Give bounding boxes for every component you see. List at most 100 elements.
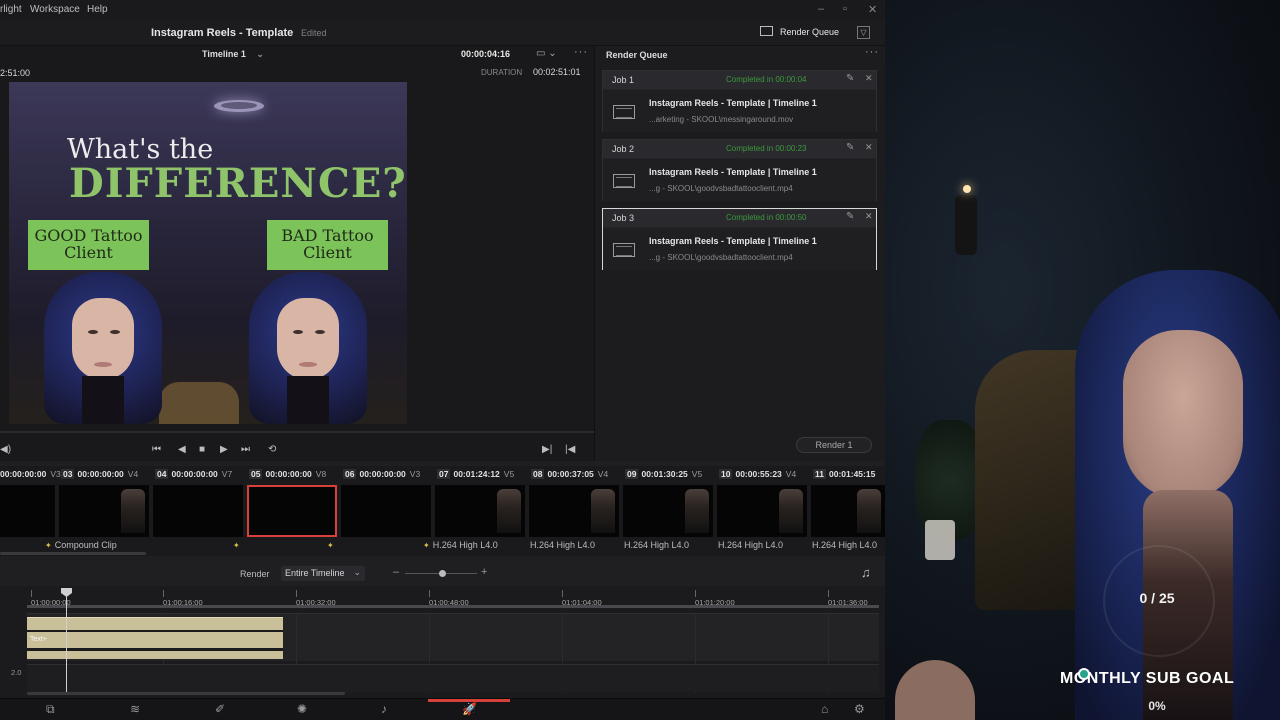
page-navigation: ⧉ ≋ ✐ ✺ ♪ 🚀 ⌂ ⚙ <box>0 698 885 720</box>
effect-icon: ✦ <box>327 541 334 550</box>
webcam-overlay: 0 / 25 MONTHLY SUB GOAL 0% <box>885 0 1280 720</box>
fusion-page-icon[interactable]: ✺ <box>297 702 307 716</box>
timeline-ruler[interactable]: 01:00:00:00 01:00:16:00 01:00:32:00 01:0… <box>27 586 879 608</box>
minimize-icon[interactable]: – <box>818 3 824 15</box>
film-icon <box>613 243 635 257</box>
audio-track[interactable] <box>27 664 879 692</box>
prev-clip-icon[interactable]: |◀ <box>565 444 575 455</box>
sub-goal-progress-dot <box>1078 668 1090 680</box>
render-all-button[interactable]: Render 1 <box>796 437 872 453</box>
pencil-icon[interactable]: ✎ <box>846 142 854 153</box>
job-path: ...arketing - SKOOL\messingaround.mov <box>649 115 794 124</box>
playhead[interactable] <box>66 590 67 692</box>
close-icon[interactable]: ✕ <box>868 3 877 16</box>
job-timeline: Instagram Reels - Template | Timeline 1 <box>649 167 817 177</box>
clip-thumbnail[interactable] <box>529 485 619 537</box>
job-status: Completed in 00:00:50 <box>726 213 807 222</box>
home-icon[interactable]: ⌂ <box>821 702 828 716</box>
timeline-scrollbar[interactable] <box>27 692 345 695</box>
maximize-icon[interactable]: ▫ <box>843 3 847 15</box>
text-clip-label: Text+ <box>30 636 47 643</box>
zoom-in-icon[interactable]: + <box>481 566 487 578</box>
deliver-page-icon[interactable]: 🚀 <box>462 702 477 716</box>
close-icon[interactable]: ✕ <box>865 73 873 84</box>
clips-scrollbar[interactable] <box>0 552 146 555</box>
clip-thumbnail[interactable] <box>0 485 55 537</box>
go-to-start-icon[interactable]: ⏮ <box>152 444 161 455</box>
chevron-down-icon: ⌄ <box>256 49 264 59</box>
render-queue-button[interactable]: Render Queue <box>760 26 839 37</box>
effect-icon: ✦ <box>423 541 430 550</box>
panel-toggle-icon[interactable]: ▽ <box>857 26 870 39</box>
clip-header: 06 00:00:00:00 V3 <box>343 469 421 479</box>
clip-label: H.264 High L4.0 <box>812 540 878 550</box>
fairlight-page-icon[interactable]: ♪ <box>381 702 387 716</box>
clip-thumbnail[interactable] <box>435 485 525 537</box>
menu-help[interactable]: Help <box>87 4 108 15</box>
menu-workspace[interactable]: Workspace <box>30 4 80 15</box>
clip-header: 09 00:01:30:25 V5 <box>625 469 703 479</box>
ruler-tick: 01:00:48:00 <box>429 598 469 607</box>
next-clip-icon[interactable]: ▶| <box>542 444 552 455</box>
clip-thumbnail[interactable] <box>341 485 431 537</box>
more-options-icon[interactable]: ··· <box>865 46 879 58</box>
more-options-icon[interactable]: ··· <box>574 46 588 58</box>
edit-page-icon[interactable]: ✐ <box>215 702 225 716</box>
settings-gear-icon[interactable]: ⚙ <box>854 702 865 716</box>
pencil-icon[interactable]: ✎ <box>846 211 854 222</box>
viewer-panel: Timeline 1 ⌄ 00:00:04:16 ▭ ⌄ ··· 2:51:00… <box>0 46 594 461</box>
good-client-label: GOOD Tattoo Client <box>28 220 149 270</box>
media-page-icon[interactable]: ⧉ <box>46 702 55 717</box>
timeline-panel: 01:00:00:00 01:00:16:00 01:00:32:00 01:0… <box>0 586 885 698</box>
stop-icon[interactable]: ■ <box>199 444 205 455</box>
viewer-timecode: 00:00:04:16 <box>461 49 511 59</box>
step-back-icon[interactable]: ◀ <box>178 444 186 455</box>
zoom-out-icon[interactable]: – <box>393 566 399 578</box>
sub-goal-percent: 0% <box>1148 699 1166 713</box>
job-name: Job 2 <box>612 144 635 154</box>
job-status: Completed in 00:00:23 <box>726 144 807 153</box>
clip-thumbnail[interactable] <box>153 485 243 537</box>
clip-thumbnail[interactable] <box>59 485 149 537</box>
good-client-line1: GOOD Tattoo <box>34 226 143 245</box>
render-queue-icon <box>760 26 773 36</box>
timeline-selector[interactable]: Timeline 1 ⌄ <box>202 49 264 60</box>
clip-label: H.264 High L4.0 <box>530 540 596 550</box>
viewer-options-icon[interactable]: ▭ ⌄ <box>536 48 557 59</box>
audio-icon[interactable]: ♫ <box>861 565 871 580</box>
clip-thumbnail[interactable] <box>811 485 885 537</box>
render-scope-select[interactable]: Entire Timeline ⌄ <box>281 566 365 581</box>
clip-thumbnail[interactable] <box>717 485 807 537</box>
clip-thumbnail-selected[interactable] <box>247 485 337 537</box>
menu-app-fragment[interactable]: rlight <box>0 4 22 15</box>
job-name: Job 1 <box>612 75 635 85</box>
pencil-icon[interactable]: ✎ <box>846 73 854 84</box>
volume-icon[interactable]: ◀) <box>0 444 11 455</box>
good-client-line2: Client <box>64 243 113 262</box>
render-job[interactable]: Job 2 Completed in 00:00:23 ✎ ✕ Instagra… <box>602 139 877 201</box>
clip-label: H.264 High L4.0 <box>624 540 690 550</box>
overlay-headline-line2: DIFFERENCE? <box>69 160 407 207</box>
video-frame[interactable]: What's the DIFFERENCE? GOOD Tattoo Clien… <box>9 82 407 424</box>
viewer-scrub-bar[interactable] <box>0 431 594 433</box>
clip-header: 07 00:01:24:12 V5 <box>437 469 515 479</box>
play-icon[interactable]: ▶ <box>220 444 228 455</box>
ruler-tick: 01:00:32:00 <box>296 598 336 607</box>
project-bar: Instagram Reels - Template Edited Render… <box>0 20 885 46</box>
project-status: Edited <box>301 28 327 38</box>
cut-page-icon[interactable]: ≋ <box>130 702 140 716</box>
close-icon[interactable]: ✕ <box>865 142 873 153</box>
clip-label: ✦ Compound Clip <box>45 540 117 550</box>
close-icon[interactable]: ✕ <box>865 211 873 222</box>
duration-label: DURATION <box>481 68 523 77</box>
project-title: Instagram Reels - Template <box>151 27 294 39</box>
render-job[interactable]: Job 1 Completed in 00:00:04 ✎ ✕ Instagra… <box>602 70 877 132</box>
clip-thumbnail[interactable] <box>623 485 713 537</box>
render-job-selected[interactable]: Job 3 Completed in 00:00:50 ✎ ✕ Instagra… <box>602 208 877 270</box>
render-queue-panel: Render Queue ··· Job 1 Completed in 00:0… <box>594 46 885 461</box>
go-to-end-icon[interactable]: ⏭ <box>241 444 250 455</box>
loop-icon[interactable]: ⟲ <box>268 444 276 455</box>
zoom-slider-handle[interactable] <box>439 570 446 577</box>
track-number: 2.0 <box>11 668 22 677</box>
clip-header: 11 00:01:45:15 <box>813 469 876 479</box>
